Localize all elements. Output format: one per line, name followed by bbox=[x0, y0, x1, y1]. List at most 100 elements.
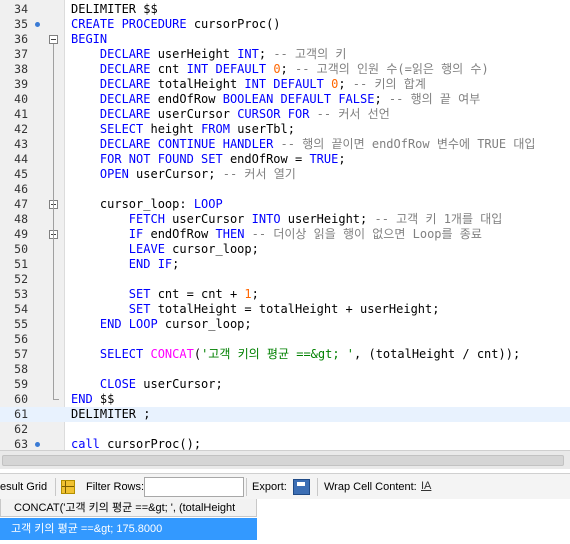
line-number: 63 bbox=[14, 437, 28, 450]
table-cell-selected[interactable]: 고객 키의 평균 ==&gt; 175.8000 bbox=[0, 518, 257, 540]
code-token: CONCAT bbox=[150, 347, 194, 361]
code-text: SET cnt = cnt + 1; bbox=[71, 287, 259, 302]
code-line[interactable]: 34 DELIMITER $$ bbox=[0, 2, 570, 17]
code-token: -- 고객의 인원 수(=읽은 행의 수) bbox=[295, 62, 489, 76]
code-token: cnt bbox=[157, 62, 187, 76]
code-text: IF endOfRow THEN -- 더이상 읽을 행이 없으면 Loop를 … bbox=[71, 227, 482, 242]
code-line[interactable]: 59 CLOSE userCursor; bbox=[0, 377, 570, 392]
export-label: Export: bbox=[252, 481, 287, 493]
code-line[interactable]: 60 END $$ bbox=[0, 392, 570, 407]
code-line[interactable]: 49 IF endOfRow THEN -- 더이상 읽을 행이 없으면 Loo… bbox=[0, 227, 570, 242]
code-token: CLOSE bbox=[71, 377, 144, 391]
scrollbar-thumb[interactable] bbox=[2, 455, 564, 466]
code-token: -- 행의 끝이면 endOfRow 변수에 TRUE 대입 bbox=[280, 137, 536, 151]
line-number: 50 bbox=[14, 242, 28, 256]
code-token: userTbl; bbox=[237, 122, 295, 136]
code-line[interactable]: 51 END IF; bbox=[0, 257, 570, 272]
code-line[interactable]: 52 bbox=[0, 272, 570, 287]
code-text: END IF; bbox=[71, 257, 180, 272]
code-token: totalHeight = totalHeight + userHeight; bbox=[157, 302, 440, 316]
code-text: DECLARE CONTINUE HANDLER -- 행의 끝이면 endOf… bbox=[71, 137, 536, 152]
code-line[interactable]: 55 END LOOP cursor_loop; bbox=[0, 317, 570, 332]
code-line[interactable]: 38 DECLARE cnt INT DEFAULT 0; -- 고객의 인원 … bbox=[0, 62, 570, 77]
code-line[interactable]: 41 DECLARE userCursor CURSOR FOR -- 커서 선… bbox=[0, 107, 570, 122]
code-line[interactable]: 42 SELECT height FROM userTbl; bbox=[0, 122, 570, 137]
code-line[interactable]: 36 BEGIN bbox=[0, 32, 570, 47]
line-number: 52 bbox=[14, 272, 28, 286]
code-token: CURSOR FOR bbox=[237, 107, 317, 121]
code-token: OPEN bbox=[71, 167, 137, 181]
code-line[interactable]: 53 SET cnt = cnt + 1; bbox=[0, 287, 570, 302]
code-text: LEAVE cursor_loop; bbox=[71, 242, 259, 257]
code-token: , (totalHeight / cnt)); bbox=[354, 347, 521, 361]
filter-rows-input[interactable] bbox=[144, 477, 244, 497]
code-token: CREATE PROCEDURE bbox=[71, 17, 194, 31]
code-line[interactable]: 35 CREATE PROCEDURE cursorProc() bbox=[0, 17, 570, 32]
code-line[interactable]: 46 bbox=[0, 182, 570, 197]
horizontal-scrollbar[interactable] bbox=[0, 450, 570, 469]
code-text: DECLARE userCursor CURSOR FOR -- 커서 선언 bbox=[71, 107, 390, 122]
code-line[interactable]: 43 DECLARE CONTINUE HANDLER -- 행의 끝이면 en… bbox=[0, 137, 570, 152]
code-token: endOfRow bbox=[150, 227, 216, 241]
code-token: DELIMITER ; bbox=[71, 407, 151, 421]
code-token: FETCH bbox=[71, 212, 173, 226]
grid-icon[interactable] bbox=[61, 480, 75, 494]
code-line[interactable]: 57 SELECT CONCAT('고객 키의 평균 ==&gt; ', (to… bbox=[0, 347, 570, 362]
code-line[interactable]: 47 cursor_loop: LOOP bbox=[0, 197, 570, 212]
code-line[interactable]: 45 OPEN userCursor; -- 커서 열기 bbox=[0, 167, 570, 182]
code-token: -- 고객의 키 bbox=[273, 47, 347, 61]
code-text: SELECT height FROM userTbl; bbox=[71, 122, 295, 137]
code-token: INT DEFAULT bbox=[186, 62, 274, 76]
code-line[interactable]: 61 DELIMITER ; bbox=[0, 407, 570, 422]
code-line[interactable]: 40 DECLARE endOfRow BOOLEAN DEFAULT FALS… bbox=[0, 92, 570, 107]
code-line[interactable]: 54 SET totalHeight = totalHeight + userH… bbox=[0, 302, 570, 317]
code-line[interactable]: 62 bbox=[0, 422, 570, 437]
code-text: END LOOP cursor_loop; bbox=[71, 317, 252, 332]
code-line[interactable]: 48 FETCH userCursor INTO userHeight; -- … bbox=[0, 212, 570, 227]
code-token: SET bbox=[71, 302, 158, 316]
code-line[interactable]: 56 bbox=[0, 332, 570, 347]
code-token: cnt = cnt + bbox=[157, 287, 245, 301]
line-number: 49 bbox=[14, 227, 28, 241]
code-token: SELECT bbox=[71, 347, 151, 361]
statement-marker-icon bbox=[35, 22, 40, 27]
code-text: FETCH userCursor INTO userHeight; -- 고객 … bbox=[71, 212, 503, 227]
code-token: cursorProc(); bbox=[107, 437, 202, 450]
line-number: 36 bbox=[14, 32, 28, 46]
sql-editor[interactable]: 34 DELIMITER $$ 35 CREATE PROCEDURE cursorP… bbox=[0, 0, 570, 450]
code-token: DECLARE bbox=[71, 62, 158, 76]
toolbar-divider bbox=[317, 478, 318, 496]
column-header[interactable]: CONCAT('고객 키의 평균 ==&gt; ', (totalHeight bbox=[0, 499, 257, 517]
code-line[interactable]: 37 DECLARE userHeight INT; -- 고객의 키 bbox=[0, 47, 570, 62]
line-number: 41 bbox=[14, 107, 28, 121]
code-line[interactable]: 44 FOR NOT FOUND SET endOfRow = TRUE; bbox=[0, 152, 570, 167]
line-number: 45 bbox=[14, 167, 28, 181]
code-token: userHeight bbox=[157, 47, 238, 61]
wrap-cell-icon[interactable]: IA bbox=[421, 480, 433, 492]
code-text: DELIMITER ; bbox=[71, 407, 150, 422]
result-grid-tab[interactable]: esult Grid bbox=[0, 481, 47, 493]
code-token: LOOP bbox=[193, 197, 223, 211]
code-token: cursorProc() bbox=[193, 17, 281, 31]
fold-toggle-icon[interactable] bbox=[49, 35, 58, 44]
code-token: ; bbox=[280, 62, 295, 76]
code-line[interactable]: 50 LEAVE cursor_loop; bbox=[0, 242, 570, 257]
line-number: 44 bbox=[14, 152, 28, 166]
code-text: DECLARE totalHeight INT DEFAULT 0; -- 키의… bbox=[71, 77, 426, 92]
code-token: END LOOP bbox=[71, 317, 165, 331]
line-number: 60 bbox=[14, 392, 28, 406]
code-text: CLOSE userCursor; bbox=[71, 377, 223, 392]
code-token: ; bbox=[172, 257, 180, 271]
statement-marker-icon bbox=[35, 442, 40, 447]
code-token: FOR NOT FOUND SET bbox=[71, 152, 230, 166]
code-token: -- 커서 열기 bbox=[222, 167, 296, 181]
code-token: INTO bbox=[251, 212, 288, 226]
code-token: -- 고객 키 1개를 대입 bbox=[374, 212, 503, 226]
code-line[interactable]: 39 DECLARE totalHeight INT DEFAULT 0; --… bbox=[0, 77, 570, 92]
code-line[interactable]: 58 bbox=[0, 362, 570, 377]
code-token: cursor_loop; bbox=[172, 242, 259, 256]
line-number: 35 bbox=[14, 17, 28, 31]
code-token: ; bbox=[338, 152, 346, 166]
export-icon[interactable] bbox=[293, 479, 310, 495]
code-line[interactable]: 63 call cursorProc(); bbox=[0, 437, 570, 450]
